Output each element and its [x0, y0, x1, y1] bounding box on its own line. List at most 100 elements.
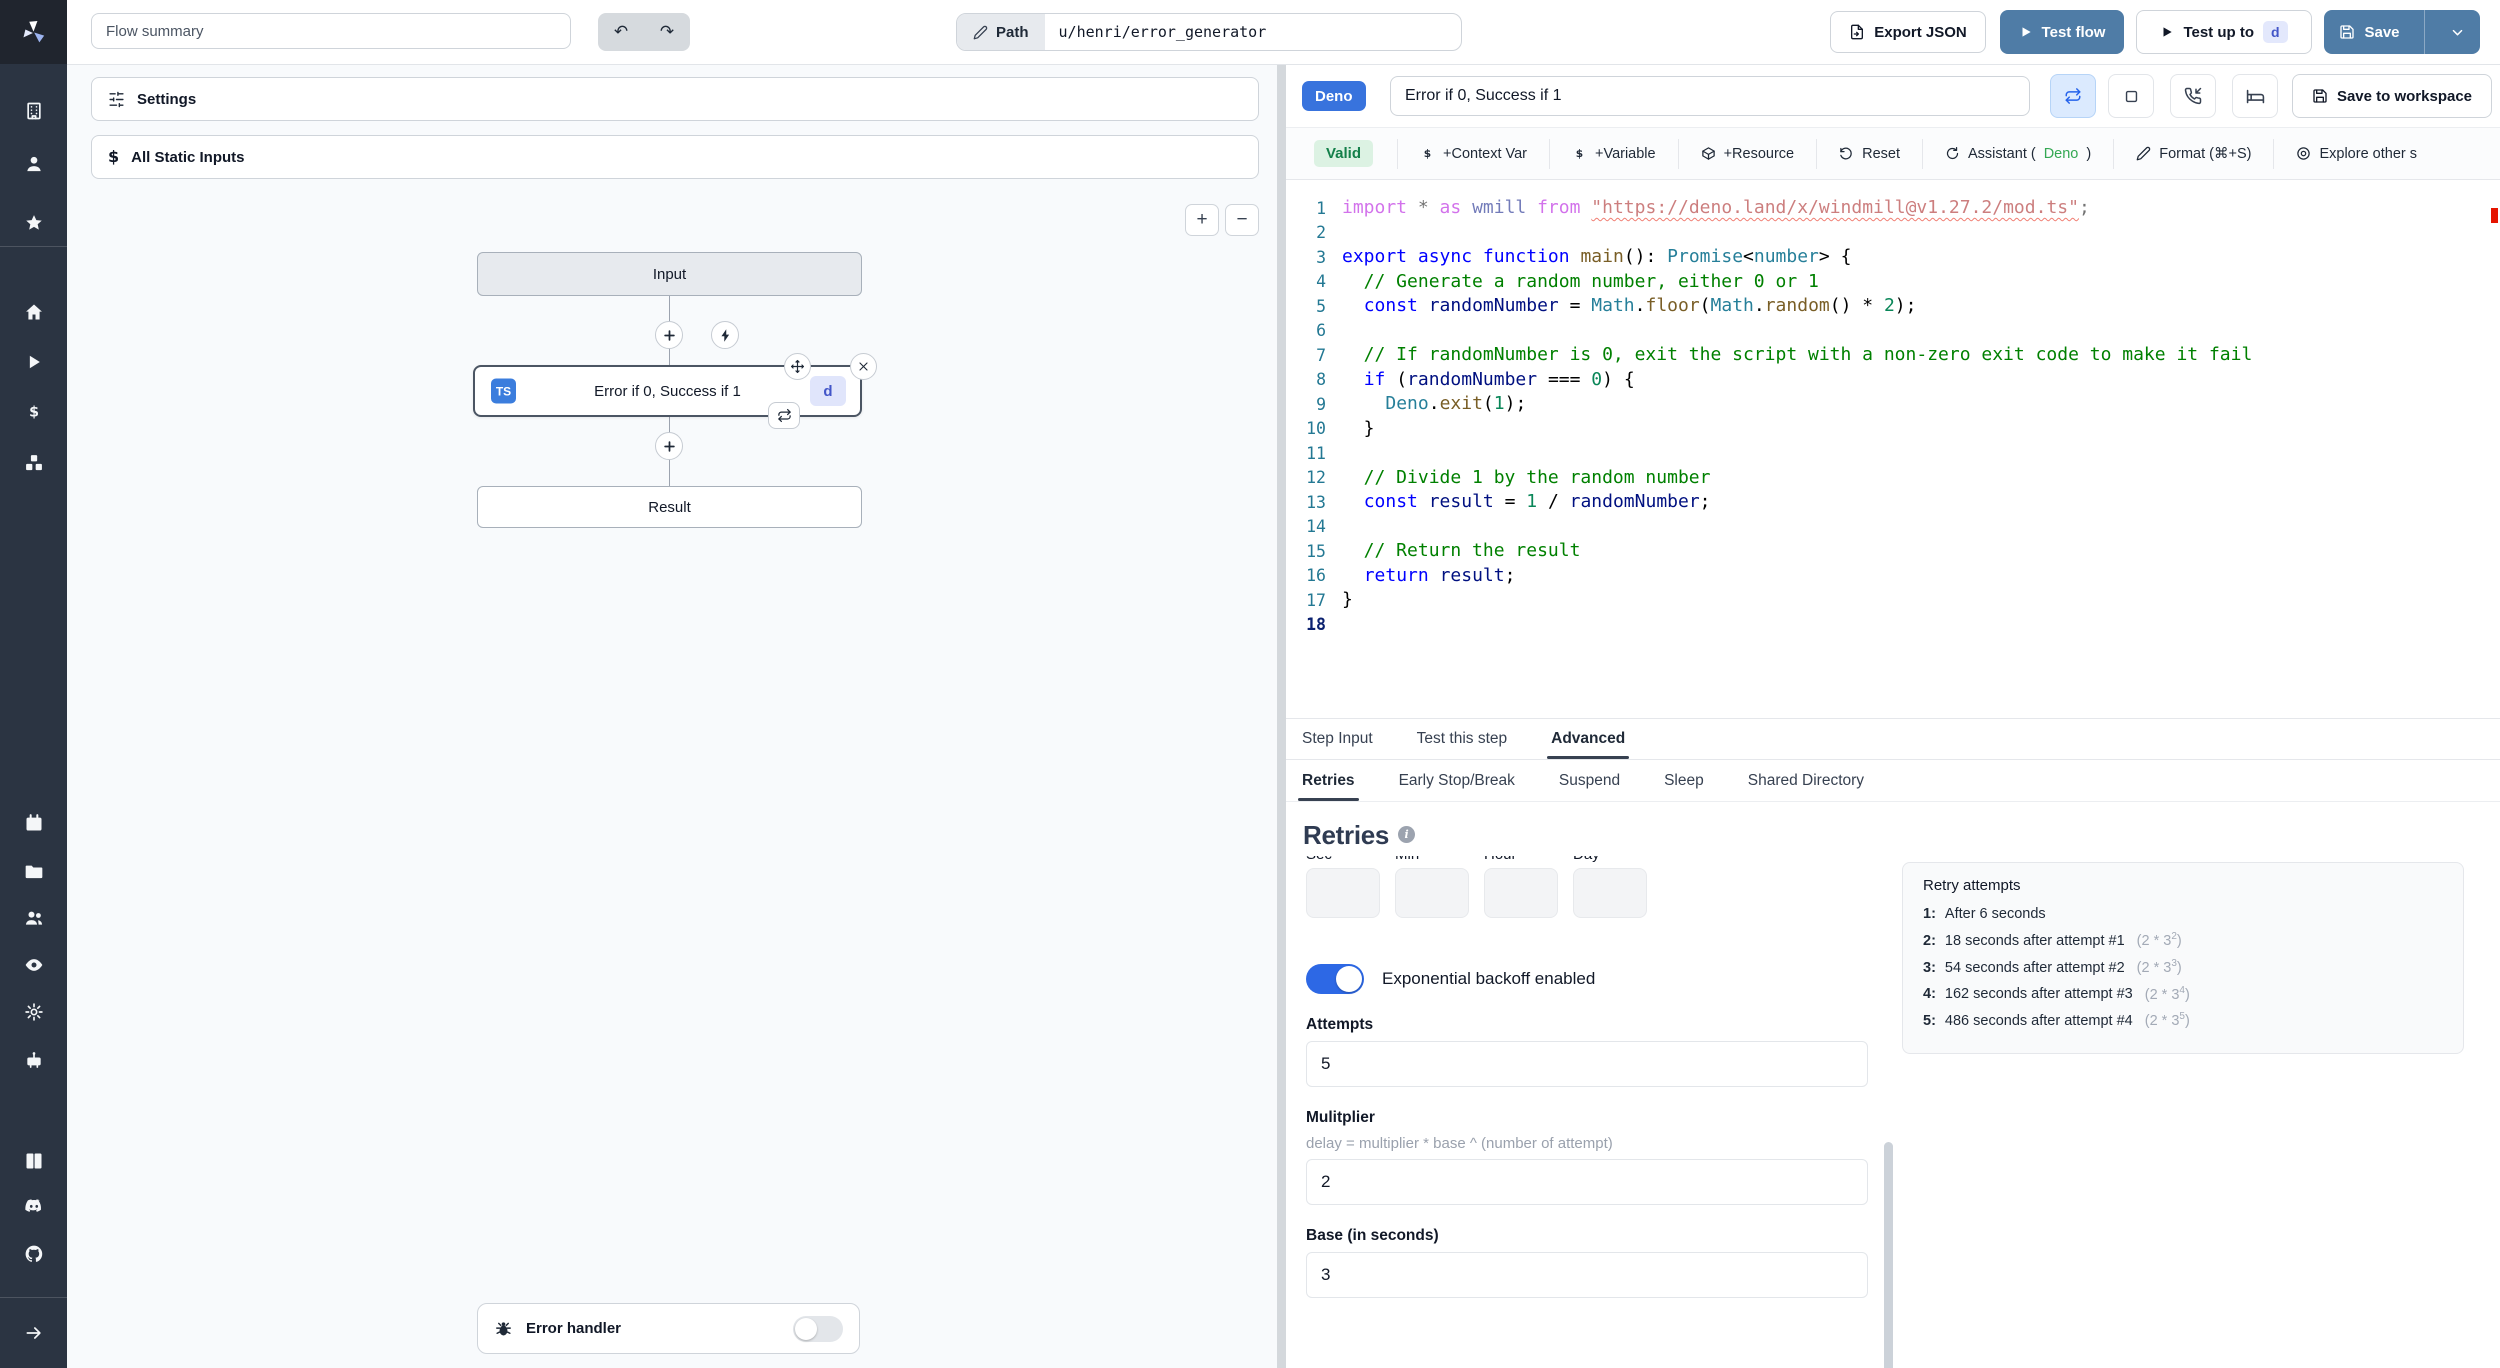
- editor-toolbar: Valid $ +Context Var $ +Variable +Resource Re…: [1286, 127, 2500, 180]
- tab-advanced[interactable]: Advanced: [1547, 719, 1630, 759]
- folder-icon: [24, 861, 44, 881]
- trigger-bolt-button[interactable]: [711, 321, 739, 349]
- export-json-button[interactable]: Export JSON: [1830, 11, 1986, 53]
- early-stop-icon-button[interactable]: [2108, 74, 2154, 118]
- multiplier-input[interactable]: [1306, 1159, 1868, 1205]
- sidebar-item-users[interactable]: [0, 905, 67, 931]
- sidebar-item-worker[interactable]: [0, 1047, 67, 1073]
- test-up-to-label: Test up to: [2183, 23, 2254, 41]
- test-up-to-button[interactable]: Test up to d: [2136, 10, 2312, 54]
- test-up-to-step-badge: d: [2262, 21, 2288, 43]
- subtab-early-stop-break[interactable]: Early Stop/Break: [1399, 760, 1515, 801]
- sidebar-item-folder[interactable]: [0, 858, 67, 884]
- add-step-button[interactable]: [655, 321, 683, 349]
- subtab-suspend[interactable]: Suspend: [1559, 760, 1620, 801]
- time-input-sec[interactable]: [1306, 868, 1380, 918]
- delete-step-button[interactable]: [850, 353, 877, 380]
- flow-settings-button[interactable]: Settings: [91, 77, 1259, 121]
- sidebar-item-user[interactable]: [0, 151, 67, 177]
- toolbar-item-resource[interactable]: +Resource: [1677, 138, 1817, 169]
- toolbar-item-context-var[interactable]: $ +Context Var: [1397, 138, 1549, 169]
- exponential-backoff-toggle[interactable]: [1306, 964, 1364, 994]
- all-static-inputs-button[interactable]: $ All Static Inputs: [91, 135, 1259, 179]
- code-line-6: 6: [1286, 319, 2500, 344]
- save-to-workspace-button[interactable]: Save to workspace: [2292, 74, 2492, 118]
- undo-button[interactable]: ↶: [600, 15, 642, 49]
- subtab-shared-directory[interactable]: Shared Directory: [1748, 760, 1864, 801]
- advanced-subtabs: Retries Early Stop/Break Suspend Sleep Share…: [1286, 760, 2500, 802]
- tab-step-input[interactable]: Step Input: [1302, 719, 1373, 759]
- sidebar-item-collapse-arrow[interactable]: [0, 1320, 67, 1346]
- zoom-in-button[interactable]: +: [1185, 204, 1219, 236]
- time-input-day[interactable]: [1573, 868, 1647, 918]
- zoom-out-button[interactable]: −: [1225, 204, 1259, 236]
- step-id-badge: d: [810, 376, 846, 406]
- toolbar-item-assistant[interactable]: Assistant (Deno): [1922, 138, 2113, 169]
- sleep-icon-button[interactable]: [2232, 74, 2278, 118]
- play-icon: [2019, 25, 2033, 39]
- retries-form-scroll[interactable]: Sec Min Hour Day Exponential backoff enable…: [1286, 856, 1892, 1368]
- sidebar-item-resources[interactable]: [0, 450, 67, 476]
- sidebar-item-gear[interactable]: [0, 999, 67, 1025]
- save-dropdown-button[interactable]: [2434, 25, 2480, 40]
- suspend-icon-button[interactable]: [2170, 74, 2216, 118]
- error-handler-toggle[interactable]: [793, 1315, 843, 1342]
- code-editor[interactable]: 1 import * as wmill from "https://deno.la…: [1286, 180, 2500, 718]
- info-icon[interactable]: i: [1398, 826, 1416, 843]
- add-step-button[interactable]: [655, 432, 683, 460]
- undo-redo-group: ↶ ↷: [598, 13, 690, 51]
- attempts-input[interactable]: [1306, 1041, 1868, 1087]
- flow-node-input[interactable]: Input: [477, 252, 862, 296]
- form-scrollbar[interactable]: [1884, 1142, 1893, 1368]
- code-line-8: 8 if (randomNumber === 0) {: [1286, 368, 2500, 393]
- step-title-input[interactable]: [1390, 76, 2030, 116]
- code-line-2: 2: [1286, 221, 2500, 246]
- windmill-logo[interactable]: [0, 0, 67, 64]
- code-line-3: 3 export async function main(): Promise<n…: [1286, 245, 2500, 270]
- sidebar-item-eye[interactable]: [0, 952, 67, 978]
- retries-icon-button[interactable]: [2050, 74, 2096, 118]
- line-number: 4: [1316, 272, 1326, 292]
- language-badge[interactable]: Deno: [1302, 81, 1366, 111]
- toolbar-item-variable[interactable]: $ +Variable: [1549, 138, 1678, 169]
- time-unit-label-min: Min: [1395, 856, 1469, 863]
- sidebar-item-home[interactable]: [0, 299, 67, 325]
- save-button[interactable]: Save: [2324, 24, 2415, 41]
- sidebar-item-calendar[interactable]: [0, 810, 67, 836]
- toolbar-item-format-s[interactable]: Format (⌘+S): [2113, 138, 2273, 169]
- redo-button[interactable]: ↷: [646, 15, 688, 49]
- sidebar-item-book[interactable]: [0, 1148, 67, 1174]
- toolbar-item-label: Explore other s: [2319, 145, 2417, 162]
- subtab-retries[interactable]: Retries: [1298, 760, 1359, 801]
- step-tabs: Step Input Test this step Advanced: [1286, 718, 2500, 760]
- sidebar-item-building[interactable]: [0, 98, 67, 124]
- retry-attempt-row: 2: 18 seconds after attempt #1 (2 * 32): [1923, 931, 2182, 949]
- time-input-hour[interactable]: [1484, 868, 1558, 918]
- path-group[interactable]: Path u/henri/error_generator: [956, 13, 1462, 51]
- time-input-min[interactable]: [1395, 868, 1469, 918]
- test-flow-button[interactable]: Test flow: [2000, 10, 2124, 54]
- sidebar-item-star[interactable]: [0, 210, 67, 236]
- flow-node-result[interactable]: Result: [477, 486, 862, 528]
- sidebar-item-play[interactable]: [0, 349, 67, 375]
- sidebar-item-dollar[interactable]: $: [0, 399, 67, 425]
- flow-summary-input[interactable]: [91, 13, 571, 49]
- line-number: 16: [1306, 566, 1326, 586]
- line-number: 14: [1306, 517, 1326, 537]
- toolbar-item-explore-other-s[interactable]: Explore other s: [2273, 138, 2439, 169]
- line-number: 12: [1306, 468, 1326, 488]
- toolbar-item-reset[interactable]: Reset: [1816, 138, 1922, 169]
- worker-icon: [24, 1050, 44, 1070]
- panel-splitter[interactable]: [1277, 64, 1286, 1368]
- multiplier-help: delay = multiplier * base ^ (number of a…: [1306, 1135, 1613, 1152]
- subtab-sleep[interactable]: Sleep: [1664, 760, 1704, 801]
- sidebar-item-discord[interactable]: [0, 1193, 67, 1219]
- move-step-button[interactable]: [784, 353, 811, 380]
- collapse-arrow-icon: [24, 1323, 44, 1343]
- sidebar-item-github[interactable]: [0, 1241, 67, 1267]
- step-retries-indicator[interactable]: [768, 402, 800, 429]
- tab-test-this-step[interactable]: Test this step: [1417, 719, 1507, 759]
- base-input[interactable]: [1306, 1252, 1868, 1298]
- toolbar-item-label: Format (⌘+S): [2159, 145, 2252, 162]
- flow-node-step[interactable]: TS Error if 0, Success if 1 d: [473, 353, 877, 429]
